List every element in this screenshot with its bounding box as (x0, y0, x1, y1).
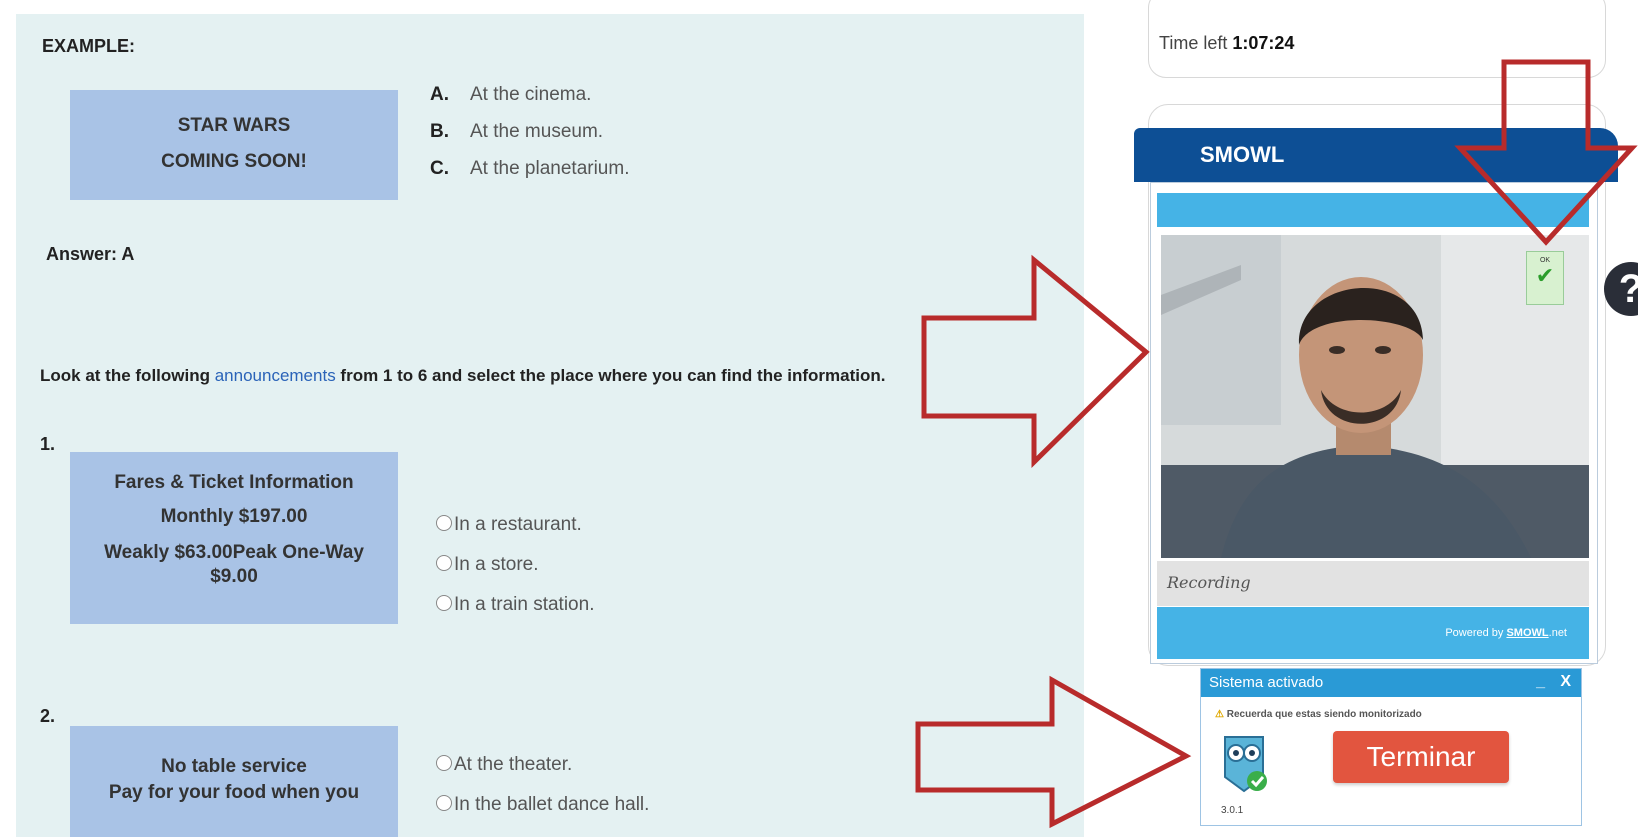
example-announcement: STAR WARS COMING SOON! (70, 90, 398, 200)
recording-status: Recording (1167, 573, 1251, 592)
powered-by: Powered by SMOWL.net (1445, 627, 1567, 639)
ad-line: COMING SOON! (161, 151, 307, 172)
example-choice-a: A. At the cinema. (430, 84, 592, 105)
recording-bar: Recording (1157, 561, 1589, 606)
version-label: 3.0.1 (1221, 805, 1244, 816)
webcam-image (1161, 235, 1589, 558)
close-button[interactable]: X (1560, 673, 1571, 691)
ad-line: Pay for your food when you (108, 782, 360, 803)
radio-button[interactable] (436, 595, 452, 611)
question-number: 1. (40, 434, 56, 454)
smowl-widget: OK ✔ Recording Powered by SMOWL.net (1150, 182, 1598, 664)
ad-line: Weakly $63.00Peak One-Way (104, 542, 364, 563)
radio-button[interactable] (436, 555, 452, 571)
question-2-announcement: No table service Pay for your food when … (70, 726, 398, 837)
timer-card: Time left 1:07:24 (1148, 0, 1606, 78)
q1-option-store[interactable]: In a store. (436, 554, 539, 576)
ad-line: $9.00 (210, 566, 258, 587)
example-choice-c: C. At the planetarium. (430, 158, 630, 179)
example-answer: Answer: A (46, 244, 135, 264)
ad-line: Monthly $197.00 (160, 506, 308, 527)
smowl-title: SMOWL (1200, 142, 1285, 167)
monitoring-warning: ⚠ Recuerda que estas siendo monitorizado (1215, 709, 1422, 720)
ad-line: STAR WARS (177, 115, 291, 136)
question-circle-icon[interactable]: ? (1604, 262, 1638, 316)
radio-button[interactable] (436, 515, 452, 531)
smowl-footer: Powered by SMOWL.net (1157, 607, 1589, 659)
question-number: 2. (40, 706, 56, 726)
popup-title: Sistema activado (1209, 674, 1324, 691)
verified-check-badge: OK ✔ (1526, 251, 1564, 305)
smowl-owl-logo-icon (1224, 736, 1267, 793)
smowl-link[interactable]: SMOWL (1506, 627, 1548, 639)
radio-button[interactable] (436, 795, 452, 811)
warning-icon: ⚠ (1215, 709, 1224, 720)
terminar-button[interactable]: Terminar (1333, 731, 1509, 783)
example-choice-b: B. At the museum. (430, 121, 604, 142)
q2-option-ballet[interactable]: In the ballet dance hall. (436, 794, 649, 816)
webcam-feed (1161, 235, 1589, 558)
system-activated-popup: Sistema activado _ X ⚠ Recuerda que esta… (1200, 668, 1582, 826)
popup-header: Sistema activado _ X (1201, 669, 1581, 697)
time-left: Time left 1:07:24 (1159, 33, 1295, 53)
q1-option-restaurant[interactable]: In a restaurant. (436, 514, 582, 536)
q2-option-theater[interactable]: At the theater. (436, 754, 572, 776)
ad-line: Fares & Ticket Information (114, 472, 354, 493)
checkmark-icon: ✔ (1535, 263, 1555, 288)
quiz-panel: EXAMPLE: STAR WARS COMING SOON! A. At the… (16, 14, 1084, 837)
announcements-link[interactable]: announcements (215, 366, 336, 385)
example-title: EXAMPLE: (42, 36, 136, 56)
smowl-top-bar (1157, 193, 1589, 227)
q1-option-train-station[interactable]: In a train station. (436, 594, 594, 616)
smowl-header: SMOWL (1134, 128, 1618, 182)
minimize-button[interactable]: _ (1536, 673, 1545, 691)
ad-line: No table service (161, 756, 307, 777)
instructions-text: Look at the following announcements from… (40, 366, 886, 385)
radio-button[interactable] (436, 755, 452, 771)
question-1-announcement: Fares & Ticket Information Monthly $197.… (70, 452, 398, 624)
